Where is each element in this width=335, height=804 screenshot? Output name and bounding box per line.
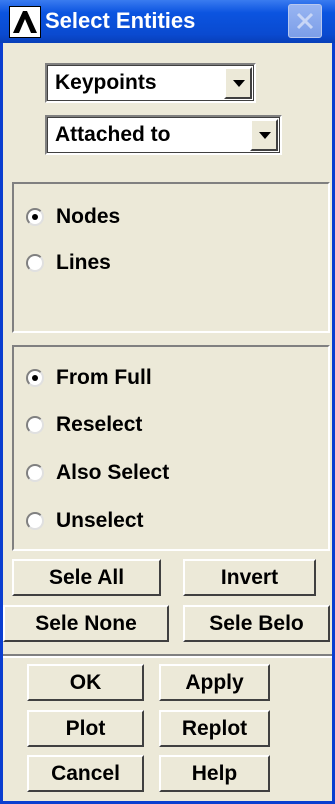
radio-label: From Full xyxy=(56,366,152,389)
window-title: Select Entities xyxy=(45,8,196,33)
radio-label: Nodes xyxy=(56,205,121,228)
ok-button[interactable]: OK xyxy=(27,664,144,701)
select-entities-window: Select Entities Keypoints Attached to No… xyxy=(0,0,335,804)
radio-button[interactable] xyxy=(26,254,44,272)
close-button[interactable] xyxy=(288,4,322,38)
select-mode-group: From Full Reselect Also Select Unselect xyxy=(12,345,330,551)
criterion-value: Attached to xyxy=(55,123,171,146)
chevron-down-icon[interactable] xyxy=(224,67,252,99)
replot-button[interactable]: Replot xyxy=(159,710,270,747)
entity-type-value: Keypoints xyxy=(55,71,157,94)
criterion-dropdown[interactable]: Attached to xyxy=(45,115,282,155)
radio-label: Reselect xyxy=(56,413,143,436)
help-button[interactable]: Help xyxy=(159,755,270,792)
cancel-button[interactable]: Cancel xyxy=(27,755,144,792)
sele-belo-button[interactable]: Sele Belo xyxy=(183,605,330,642)
close-icon xyxy=(296,12,314,30)
radio-label: Also Select xyxy=(56,461,170,484)
radio-label: Unselect xyxy=(56,509,144,532)
attach-entity-group: Nodes Lines xyxy=(12,182,330,333)
entity-type-dropdown[interactable]: Keypoints xyxy=(45,63,256,103)
radio-button[interactable] xyxy=(26,512,44,530)
radio-label: Lines xyxy=(56,251,111,274)
title-bar[interactable]: Select Entities xyxy=(0,0,335,43)
apply-button[interactable]: Apply xyxy=(159,664,270,701)
radio-button[interactable] xyxy=(26,208,44,226)
radio-button[interactable] xyxy=(26,369,44,387)
radio-button[interactable] xyxy=(26,464,44,482)
sele-all-button[interactable]: Sele All xyxy=(12,559,161,596)
plot-button[interactable]: Plot xyxy=(27,710,144,747)
sele-none-button[interactable]: Sele None xyxy=(3,605,169,642)
radio-button[interactable] xyxy=(26,416,44,434)
ansys-logo-icon[interactable] xyxy=(9,6,41,38)
separator xyxy=(3,654,332,658)
chevron-down-icon[interactable] xyxy=(250,119,278,151)
invert-button[interactable]: Invert xyxy=(183,559,316,596)
